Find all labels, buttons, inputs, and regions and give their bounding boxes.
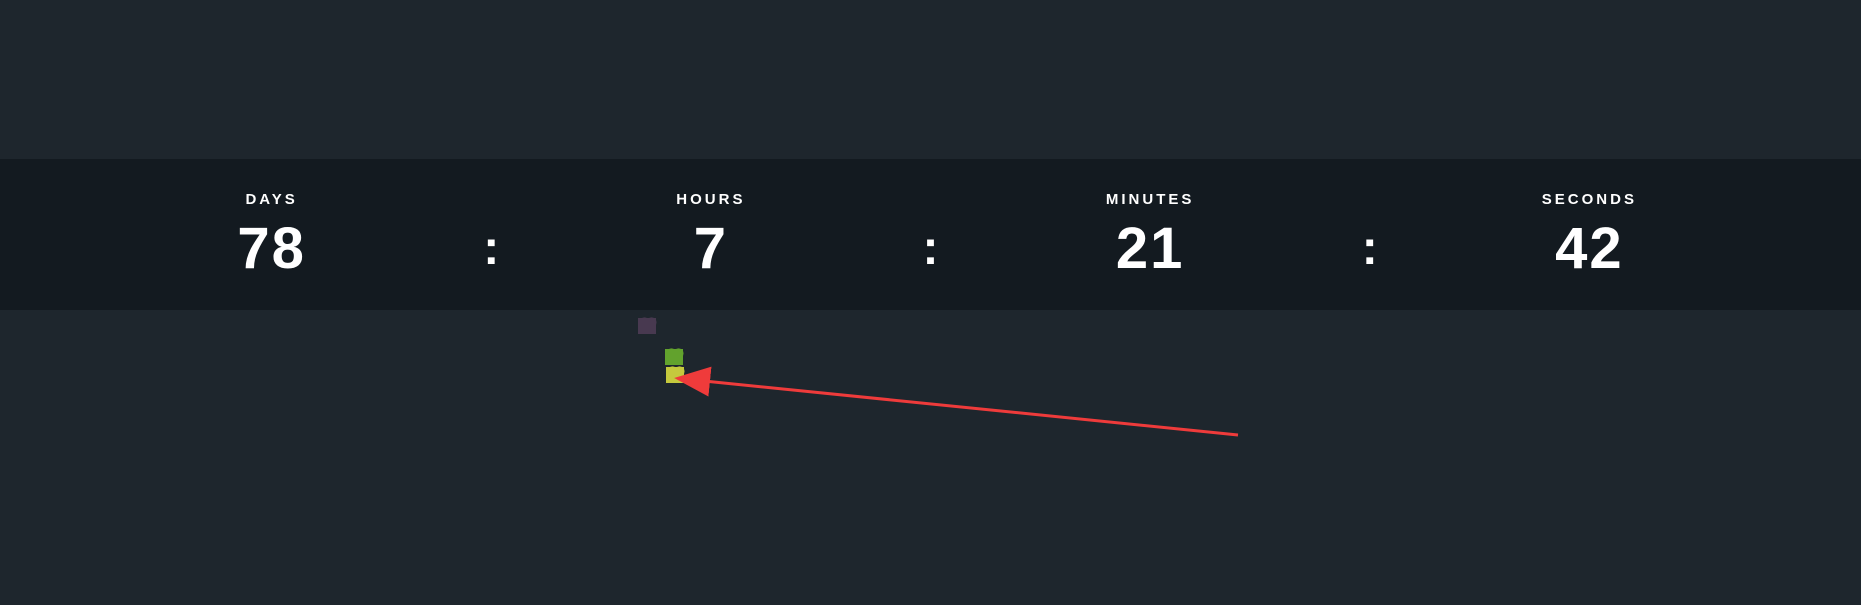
separator: : [923,197,939,273]
heart-icon [665,349,683,365]
separator: : [483,197,499,273]
countdown-bar: DAYS 78 : HOURS 7 : MINUTES 21 : SECONDS… [0,159,1861,310]
minutes-label: MINUTES [1106,191,1195,208]
countdown-minutes: MINUTES 21 [939,191,1362,278]
days-label: DAYS [245,191,297,208]
heart-icon [638,318,656,334]
hours-value: 7 [694,220,728,278]
countdown-seconds: SECONDS 42 [1378,191,1801,278]
seconds-value: 42 [1555,220,1624,278]
heart-icon [666,367,684,383]
countdown-days: DAYS 78 [60,191,483,278]
separator: : [1362,197,1378,273]
hours-label: HOURS [676,191,745,208]
days-value: 78 [237,220,306,278]
seconds-label: SECONDS [1542,191,1637,208]
countdown-hours: HOURS 7 [499,191,922,278]
minutes-value: 21 [1116,220,1185,278]
